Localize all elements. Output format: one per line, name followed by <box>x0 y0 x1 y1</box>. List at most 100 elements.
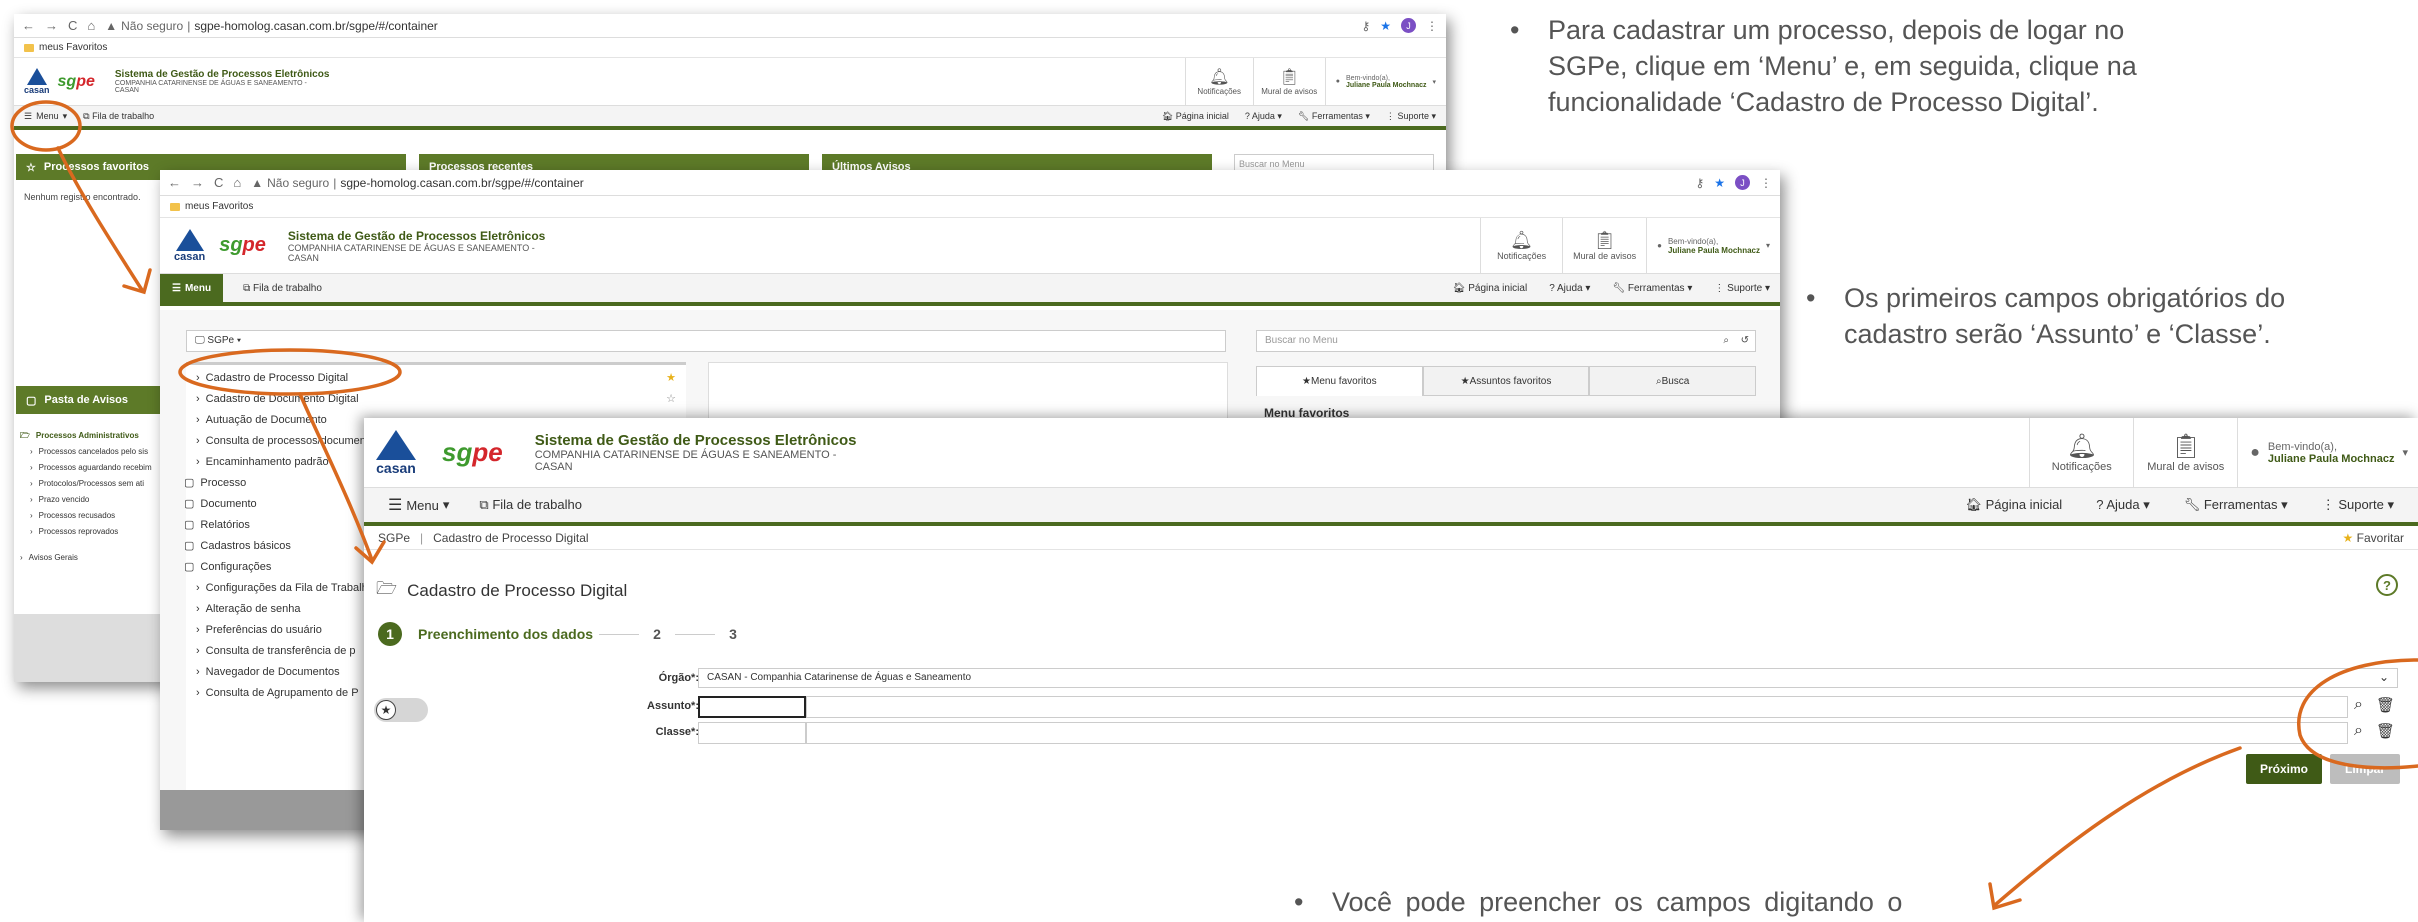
more-icon[interactable]: ⋮ <box>1760 176 1772 190</box>
work-queue-link[interactable]: ⧉ Fila de trabalho <box>243 283 322 294</box>
notice-item[interactable]: › Prazo vencido <box>20 492 152 508</box>
nav-bar: ☰ Menu ▾ ⧉ Fila de trabalho 🏠︎ Página inic… <box>364 488 2418 526</box>
home-icon[interactable]: ⌂ <box>87 18 95 33</box>
tab-search[interactable]: ⌕ Busca <box>1589 366 1757 396</box>
star-icon[interactable]: ★ <box>1714 176 1725 190</box>
reload-icon[interactable]: C <box>214 175 223 190</box>
back-icon[interactable]: ← <box>22 18 35 33</box>
notice-item[interactable]: › Protocolos/Processos sem ati <box>20 476 152 492</box>
notifications-button[interactable]: 🔔︎ Notificações <box>2029 418 2133 487</box>
warning-icon: ▲ <box>105 18 118 33</box>
key-icon[interactable]: ⚷ <box>1695 176 1704 190</box>
search-menu-input[interactable]: Buscar no Menu ⌕ ↺ <box>1256 330 1756 352</box>
notice-item[interactable]: › Processos cancelados pelo sis <box>20 444 152 460</box>
menu-item-cadastro-processo[interactable]: › Cadastro de Processo Digital ★ <box>196 368 676 389</box>
support-menu[interactable]: ⋮ Suporte ▾ <box>2322 497 2394 513</box>
menu-item-cadastro-documento[interactable]: › Cadastro de Documento Digital ☆ <box>196 389 676 410</box>
hamburger-icon: ☰ <box>24 110 33 121</box>
forward-icon[interactable]: → <box>191 175 204 190</box>
breadcrumb-root[interactable]: SGPe <box>378 531 410 545</box>
favorite-toggle[interactable]: ★ <box>374 698 428 722</box>
profile-avatar[interactable]: J <box>1735 175 1750 190</box>
no-records-text: Nenhum registro encontrado. <box>24 192 141 202</box>
notice-item[interactable]: › Processos aguardando recebim <box>20 460 152 476</box>
annotation-1: Para cadastrar um processo, depois de lo… <box>1510 12 2200 120</box>
clear-button[interactable]: Limpar <box>2330 754 2400 784</box>
tools-menu[interactable]: 🔧︎ Ferramentas ▾ <box>2184 497 2288 513</box>
tab-menu-favorites[interactable]: ★ Menu favoritos <box>1256 366 1423 396</box>
user-menu[interactable]: ● Bem-vindo(a), Juliane Paula Mochnacz ▾ <box>1646 218 1780 273</box>
subject-description-input[interactable] <box>806 696 2348 718</box>
user-menu[interactable]: ● Bem-vindo(a), Juliane Paula Mochnacz ▾ <box>1324 58 1446 105</box>
hamburger-icon: ☰ <box>172 282 181 294</box>
profile-avatar[interactable]: J <box>1401 18 1416 33</box>
support-menu[interactable]: ⋮ Suporte ▾ <box>1714 283 1770 294</box>
star-icon[interactable]: ★ <box>1380 19 1391 33</box>
user-menu[interactable]: ● Bem-vindo(a), Juliane Paula Mochnacz ▾ <box>2237 418 2418 487</box>
reload-icon[interactable]: C <box>68 18 77 33</box>
notice-item[interactable]: › Processos recusados <box>20 508 152 524</box>
address-bar[interactable]: sgpe-homolog.casan.com.br/sgpe/#/contain… <box>194 19 437 33</box>
home-link[interactable]: 🏠︎ Página inicial <box>1453 283 1527 294</box>
address-bar[interactable]: sgpe-homolog.casan.com.br/sgpe/#/contain… <box>340 176 583 190</box>
class-description-input[interactable] <box>806 722 2348 744</box>
subject-code-input[interactable] <box>698 696 806 718</box>
menu-button[interactable]: ☰ Menu <box>160 274 224 302</box>
home-icon[interactable]: ⌂ <box>233 175 241 190</box>
home-link[interactable]: 🏠︎ Página inicial <box>1965 497 2062 513</box>
tools-menu[interactable]: 🔧︎ Ferramentas ▾ <box>1298 111 1370 122</box>
trash-icon[interactable]: 🗑︎ <box>2376 696 2395 714</box>
queue-icon: ⧉ <box>479 497 489 512</box>
help-icon[interactable]: ? <box>2376 574 2398 596</box>
folder-outline-icon: ▢ <box>184 498 195 510</box>
help-menu[interactable]: ? Ajuda ▾ <box>1245 111 1282 122</box>
tools-menu[interactable]: 🔧︎ Ferramentas ▾ <box>1612 283 1692 294</box>
bookmarks-bar: meus Favoritos <box>14 38 1446 58</box>
tab-subject-favorites[interactable]: ★ Assuntos favoritos <box>1422 366 1590 396</box>
annotation-3-text: Você pode preencher os campos digitando … <box>1294 884 2014 920</box>
notice-board-button[interactable]: 📋︎ Mural de avisos <box>2133 418 2237 487</box>
bookmark-folder[interactable]: meus Favoritos <box>185 201 253 212</box>
reset-icon: ↺ <box>1740 335 1749 346</box>
general-notices-node[interactable]: › Avisos Gerais <box>20 550 152 566</box>
menu-button[interactable]: ☰ Menu ▾ <box>388 488 449 522</box>
company-name: COMPANHIA CATARINENSE DE ÁGUAS E SANEAME… <box>114 80 307 87</box>
home-link[interactable]: 🏠︎ Página inicial <box>1162 111 1229 122</box>
browser-toolbar: ← → C ⌂ ▲ Não seguro | sgpe-homolog.casan.c… <box>14 14 1446 38</box>
menu-button[interactable]: ☰ Menu ▾ <box>24 106 67 126</box>
work-queue-link[interactable]: ⧉ Fila de trabalho <box>83 111 154 122</box>
work-queue-link[interactable]: ⧉ Fila de trabalho <box>479 497 582 513</box>
notifications-button[interactable]: 🔔︎ Notificações <box>1184 58 1253 105</box>
favorite-button[interactable]: ★ Favoritar <box>2343 531 2404 545</box>
notice-item[interactable]: › Processos reprovados <box>20 524 152 540</box>
folder-outline-icon: ▢ <box>26 394 37 407</box>
app-header: casan sgpe Sistema de Gestão de Processo… <box>364 418 2418 488</box>
next-button[interactable]: Próximo <box>2246 754 2322 784</box>
class-code-input[interactable] <box>698 722 806 744</box>
menu-module-select[interactable]: 🖵︎ SGPe ▾ <box>186 330 1226 352</box>
notice-board-button[interactable]: 📋︎ Mural de avisos <box>1562 218 1646 273</box>
star-outline-icon: ☆ <box>666 393 676 405</box>
monitor-icon: 🖵︎ <box>195 335 205 346</box>
help-menu[interactable]: ? Ajuda ▾ <box>1549 283 1590 294</box>
org-label: Órgão*: <box>658 672 699 684</box>
folder-outline-icon: ▢ <box>184 561 195 573</box>
back-icon[interactable]: ← <box>168 175 181 190</box>
bookmark-folder[interactable]: meus Favoritos <box>39 42 107 53</box>
user-icon: ● <box>2250 443 2260 461</box>
key-icon[interactable]: ⚷ <box>1361 19 1370 33</box>
more-icon[interactable]: ⋮ <box>1426 19 1438 33</box>
help-menu[interactable]: ? Ajuda ▾ <box>2096 497 2150 513</box>
subject-label: Assunto*: <box>647 700 699 712</box>
support-menu[interactable]: ⋮ Suporte ▾ <box>1386 111 1436 122</box>
org-select[interactable]: CASAN - Companhia Catarinense de Águas e… <box>698 668 2398 688</box>
notifications-button[interactable]: 🔔︎ Notificações <box>1480 218 1562 273</box>
search-icon[interactable]: ⌕ <box>2354 696 2363 714</box>
annotation-1-text: Para cadastrar um processo, depois de lo… <box>1510 12 2200 120</box>
notice-board-button[interactable]: 📋︎ Mural de avisos <box>1252 58 1325 105</box>
trash-icon[interactable]: 🗑︎ <box>2376 722 2395 740</box>
step-2: 2 <box>653 626 661 642</box>
forward-icon[interactable]: → <box>45 18 58 33</box>
search-icon[interactable]: ⌕ <box>2354 722 2363 740</box>
admin-processes-node[interactable]: 🗁︎ Processos Administrativos <box>20 428 152 444</box>
